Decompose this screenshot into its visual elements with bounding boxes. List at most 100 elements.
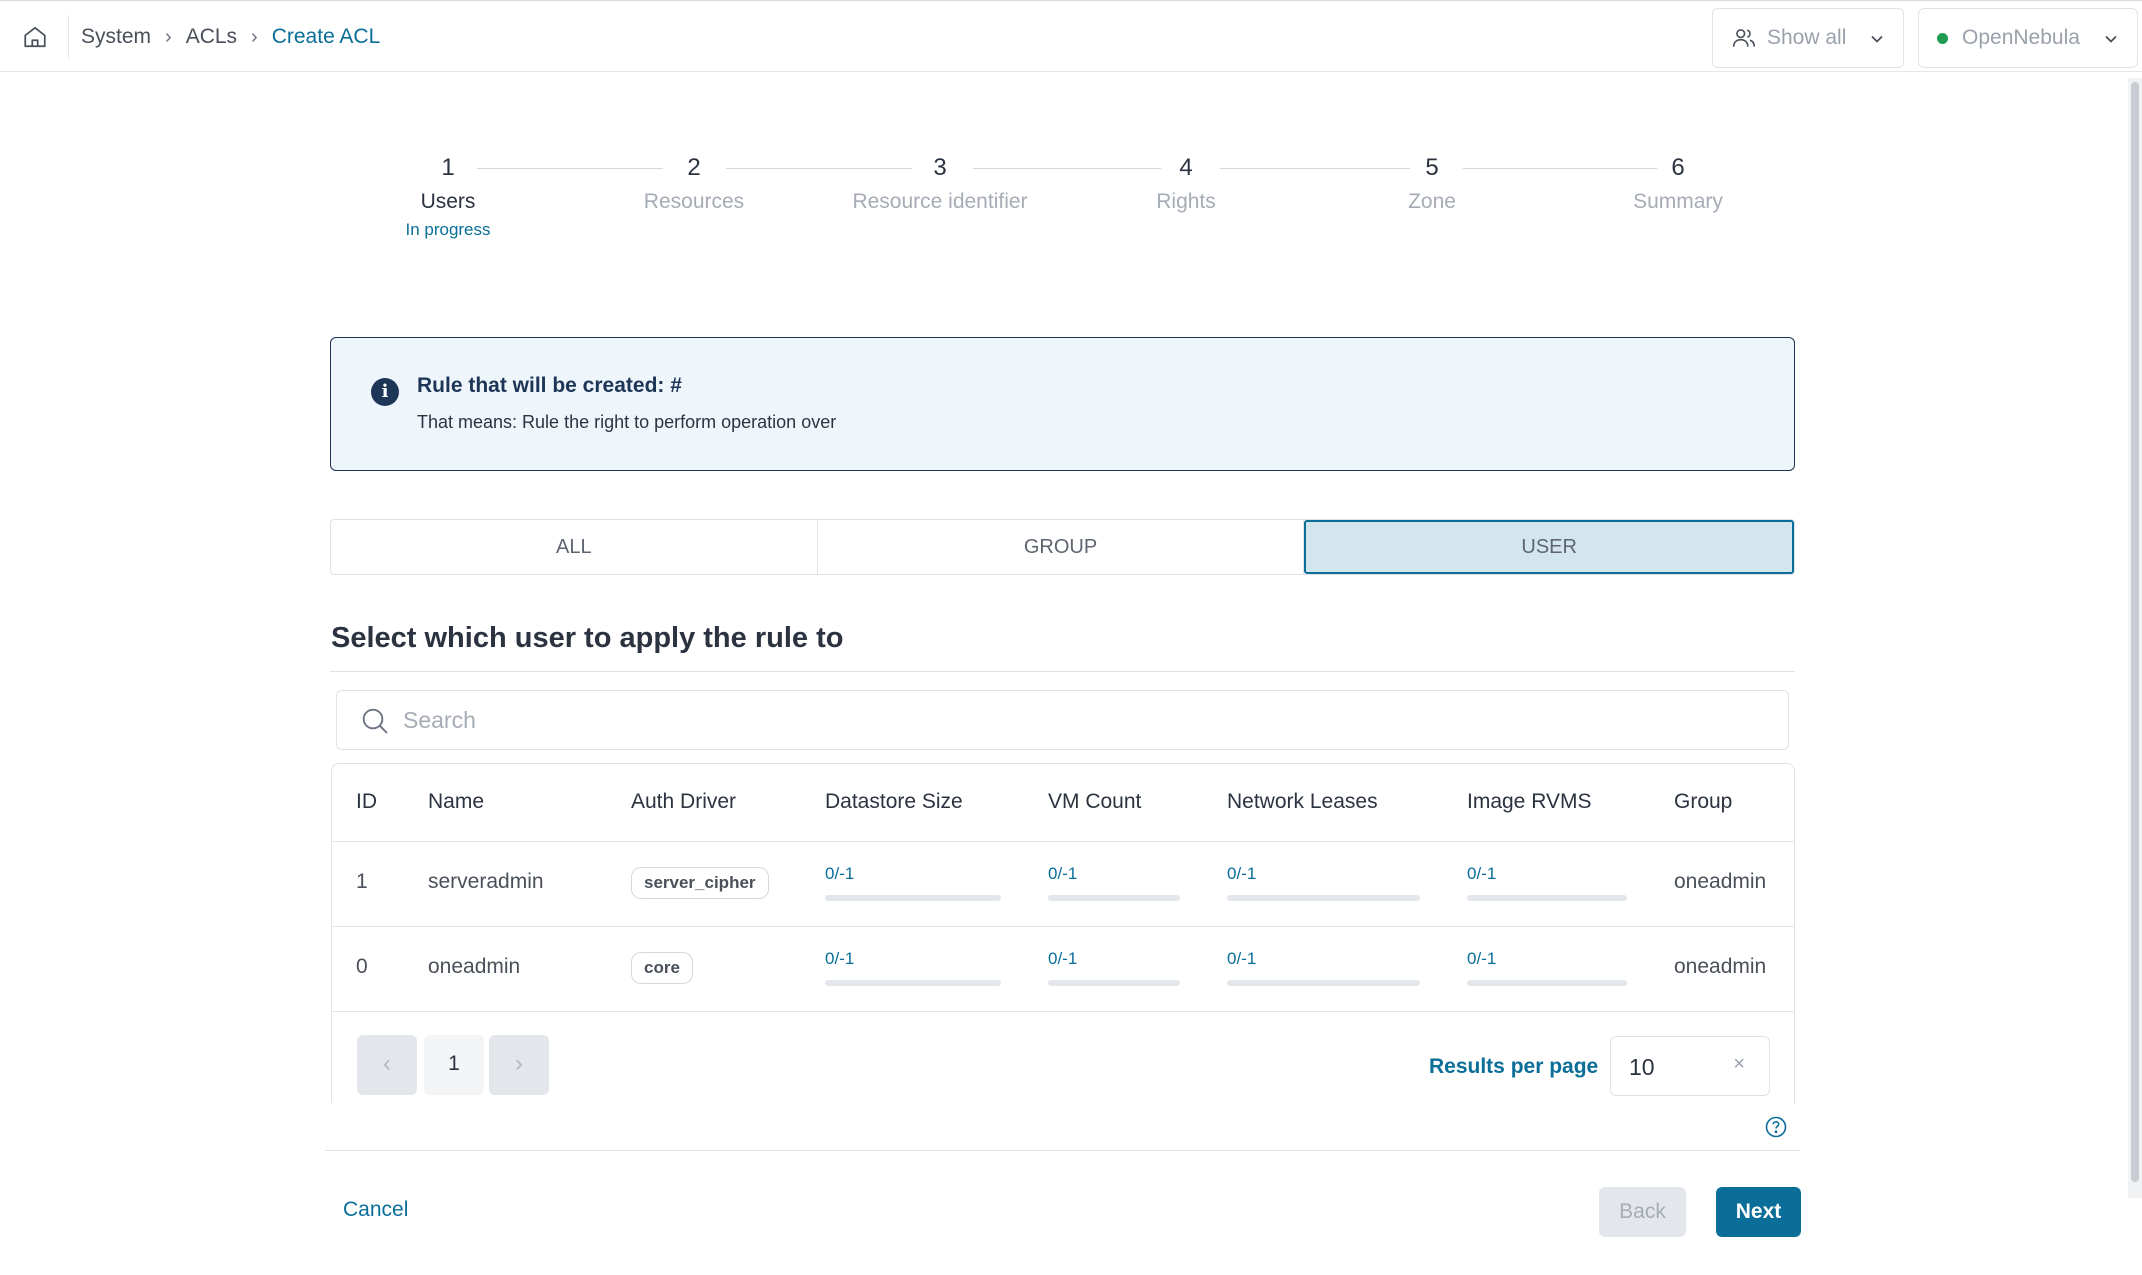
step-status: In progress (405, 220, 491, 239)
scrollbar-thumb[interactable] (2131, 82, 2139, 1182)
clear-icon[interactable]: × (1733, 1053, 1745, 1076)
show-all-label: Show all (1767, 26, 1847, 49)
quota-label: 0/-1 (1467, 949, 1497, 968)
results-per-page-label: Results per page (1429, 1055, 1599, 1078)
cell-group: oneadmin (1674, 870, 1767, 893)
column-header-auth-driver[interactable]: Auth Driver (631, 790, 736, 814)
step-resource-identifier: 3 Resource identifier (820, 148, 1060, 216)
step-number: 4 (1179, 154, 1193, 181)
cell-id: 1 (356, 870, 368, 893)
auth-driver-chip: server_cipher (631, 867, 769, 899)
quota-bar (1227, 895, 1420, 901)
quota-bar (1227, 980, 1420, 986)
next-button[interactable]: Next (1716, 1187, 1801, 1237)
breadcrumb: System › ACLs › Create ACL (81, 1, 380, 73)
vm-quota: 0/-1 (1048, 949, 1180, 986)
step-users: 1 Users In progress (328, 148, 568, 244)
zone-label: OpenNebula (1962, 26, 2080, 49)
quota-label: 0/-1 (1048, 864, 1078, 883)
table-row[interactable]: 1 serveradmin server_cipher 0/-1 0/-1 0/… (332, 841, 1794, 926)
results-per-page-select[interactable]: 10 × (1610, 1036, 1770, 1096)
cell-group: oneadmin (1674, 955, 1767, 978)
previous-page-button[interactable]: ‹ (357, 1035, 417, 1095)
step-label: Summary (1633, 190, 1723, 213)
quota-bar (1467, 895, 1627, 901)
rule-info-text: That means: Rule the right to perform op… (417, 412, 837, 432)
chevron-right-icon: › (251, 25, 258, 48)
cancel-button[interactable]: Cancel (343, 1198, 408, 1222)
cell-name: oneadmin (428, 955, 521, 978)
breadcrumb-create-acl: Create ACL (271, 25, 381, 48)
step-label: Resource identifier (852, 190, 1028, 213)
page-1-button[interactable]: 1 (424, 1035, 484, 1095)
step-label: Zone (1408, 190, 1456, 213)
rule-info-alert: i Rule that will be created: # That mean… (330, 337, 1795, 471)
search-icon (362, 708, 388, 734)
column-header-image-rvms[interactable]: Image RVMS (1467, 790, 1592, 814)
step-number: 1 (441, 154, 455, 181)
footer-divider (325, 1150, 1800, 1151)
step-number: 2 (687, 154, 701, 181)
quota-label: 0/-1 (1467, 864, 1497, 883)
breadcrumb-acls[interactable]: ACLs (186, 25, 237, 49)
column-header-name[interactable]: Name (428, 790, 484, 814)
cell-name: serveradmin (428, 870, 544, 893)
step-summary: 6 Summary (1558, 148, 1798, 216)
step-label: Rights (1156, 190, 1216, 213)
step-label: Users (420, 190, 476, 213)
step-label: Resources (643, 190, 745, 213)
rule-info-title: Rule that will be created: # (417, 374, 682, 397)
step-rights: 4 Rights (1066, 148, 1306, 216)
quota-bar (825, 980, 1001, 986)
scrollbar[interactable] (2128, 78, 2142, 1198)
column-header-group[interactable]: Group (1674, 790, 1732, 814)
quota-label: 0/-1 (825, 864, 855, 883)
quota-bar (1048, 895, 1180, 901)
vm-quota: 0/-1 (1048, 864, 1180, 901)
step-number: 6 (1671, 154, 1685, 181)
quota-bar (825, 895, 1001, 901)
help-icon[interactable] (1764, 1115, 1788, 1139)
step-zone: 5 Zone (1312, 148, 1552, 216)
column-header-id[interactable]: ID (356, 790, 377, 814)
step-number: 5 (1425, 154, 1439, 181)
results-per-page-value: 10 (1629, 1054, 1655, 1080)
quota-bar (1467, 980, 1627, 986)
column-header-network-leases[interactable]: Network Leases (1227, 790, 1378, 814)
chevron-down-icon (1871, 35, 1883, 43)
search-input[interactable] (403, 699, 1763, 741)
table-row[interactable]: 0 oneadmin core 0/-1 0/-1 0/-1 0/-1 onea… (332, 926, 1794, 1011)
tab-group[interactable]: GROUP (818, 520, 1305, 574)
next-page-button[interactable]: › (489, 1035, 549, 1095)
step-number: 3 (933, 154, 947, 181)
section-title: Select which user to apply the rule to (331, 622, 844, 654)
tab-user[interactable]: USER (1304, 520, 1795, 574)
image-quota: 0/-1 (1467, 864, 1627, 901)
quota-bar (1048, 980, 1180, 986)
info-icon: i (371, 378, 399, 406)
home-icon[interactable] (22, 24, 48, 50)
search-box (336, 690, 1789, 750)
chevron-right-icon: › (165, 25, 172, 48)
show-all-button[interactable]: Show all (1712, 8, 1904, 68)
network-quota: 0/-1 (1227, 949, 1420, 986)
quota-label: 0/-1 (825, 949, 855, 968)
users-table: ID Name Auth Driver Datastore Size VM Co… (331, 763, 1795, 1103)
section-divider (330, 671, 1795, 672)
zone-selector[interactable]: OpenNebula (1918, 8, 2138, 68)
datastore-quota: 0/-1 (825, 949, 1001, 986)
auth-driver-chip: core (631, 952, 693, 984)
quota-label: 0/-1 (1227, 949, 1257, 968)
column-header-datastore-size[interactable]: Datastore Size (825, 790, 963, 814)
column-header-vm-count[interactable]: VM Count (1048, 790, 1141, 814)
tab-all[interactable]: ALL (331, 520, 818, 574)
breadcrumb-system[interactable]: System (81, 25, 151, 49)
topbar-divider (68, 15, 69, 59)
users-icon (1732, 29, 1756, 47)
user-type-tabs: ALL GROUP USER (330, 519, 1795, 575)
back-button[interactable]: Back (1599, 1187, 1686, 1237)
cell-id: 0 (356, 955, 368, 978)
network-quota: 0/-1 (1227, 864, 1420, 901)
step-resources: 2 Resources (574, 148, 814, 216)
quota-label: 0/-1 (1227, 864, 1257, 883)
